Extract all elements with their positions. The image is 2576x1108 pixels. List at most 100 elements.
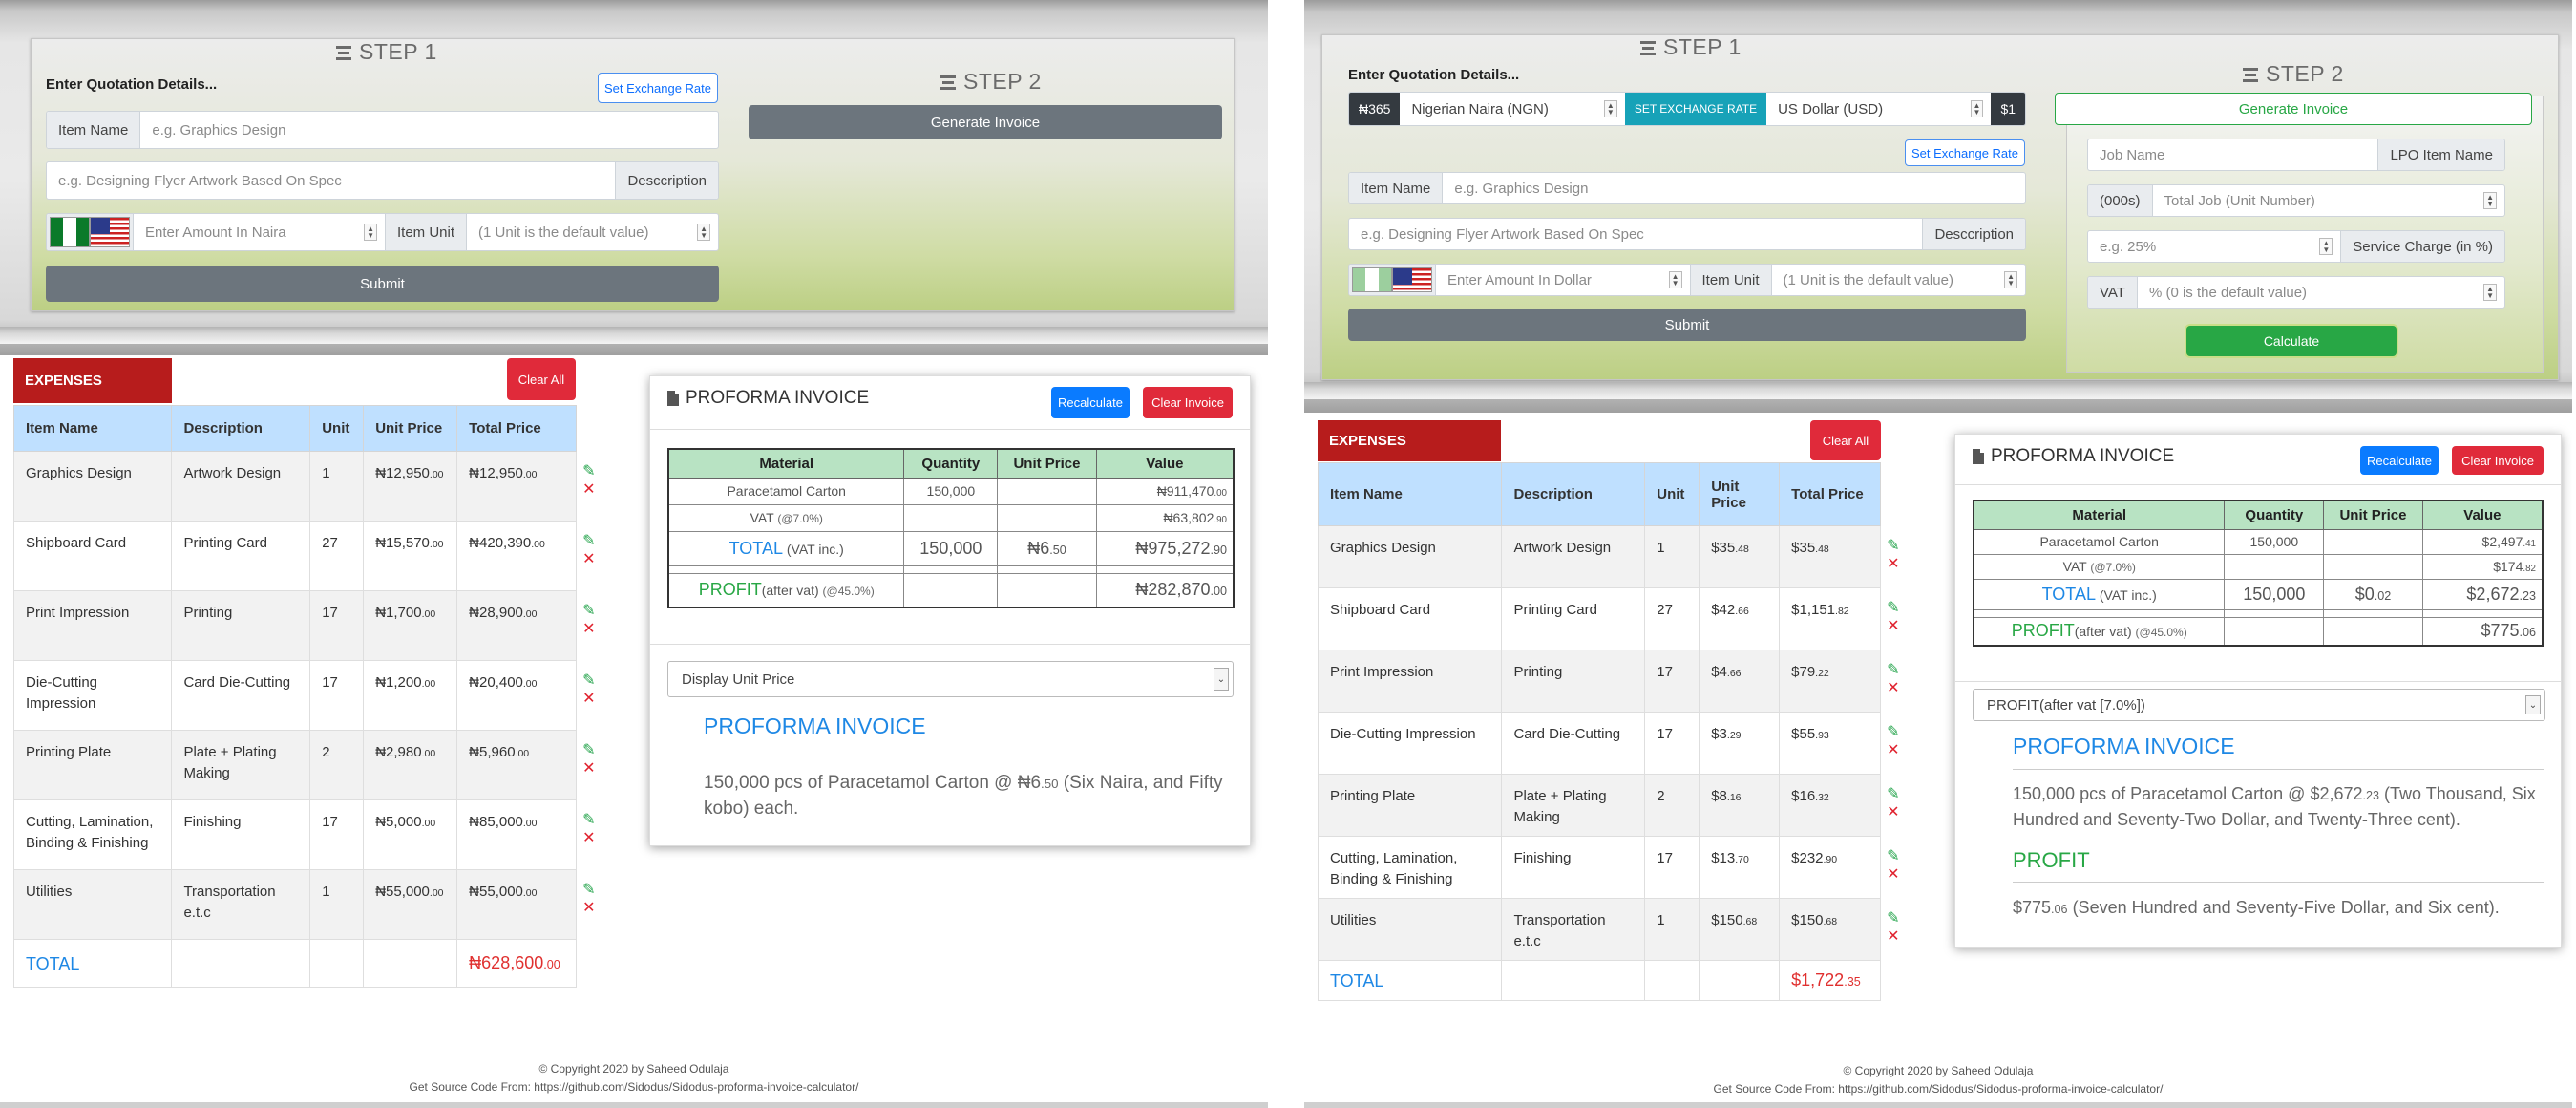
col-header: Unit — [1644, 462, 1700, 526]
edit-pencil-icon[interactable]: ✎ — [1887, 848, 1922, 865]
stepper-icon[interactable]: ▲ ▼ — [2483, 284, 2497, 301]
set-exchange-rate-button[interactable]: Set Exchange Rate — [1905, 139, 2025, 166]
align-center-icon — [2243, 65, 2258, 85]
submit-button[interactable]: Submit — [46, 266, 719, 302]
edit-pencil-icon[interactable]: ✎ — [1887, 724, 1922, 741]
delete-x-icon[interactable]: ✕ — [582, 829, 614, 848]
delete-x-icon[interactable]: ✕ — [1887, 741, 1922, 760]
delete-x-icon[interactable]: ✕ — [582, 759, 614, 778]
table-row: Cutting, Lamination, Binding & Finishing… — [12, 799, 621, 870]
table-row: Die-Cutting Impression Card Die-Cutting 17… — [12, 660, 621, 731]
table-row: Print Impression Printing 17 $4.66 $79.22 … — [1317, 650, 1929, 713]
edit-pencil-icon[interactable]: ✎ — [582, 533, 614, 550]
amount-input[interactable]: Enter Amount In Naira ▲ ▼ — [134, 214, 385, 250]
edit-pencil-icon[interactable]: ✎ — [582, 672, 614, 690]
table-row: Printing Plate Plate + Plating Making 2 ₦2… — [12, 730, 621, 800]
delete-x-icon[interactable]: ✕ — [1887, 927, 1922, 947]
from-currency-select[interactable]: Nigerian Naira (NGN) ▲ ▼ — [1400, 93, 1624, 125]
delete-x-icon[interactable]: ✕ — [1887, 617, 1922, 636]
pi-heading: PROFORMA INVOICE — [2013, 734, 2235, 758]
edit-pencil-icon[interactable]: ✎ — [582, 603, 614, 620]
delete-x-icon[interactable]: ✕ — [582, 480, 614, 500]
exchange-rate-group: ₦365 Nigerian Naira (NGN) ▲ ▼ SET EXCHANGE… — [1348, 92, 2026, 126]
file-icon — [1973, 449, 1984, 464]
profit-heading: PROFIT — [2013, 848, 2090, 872]
profit-row: PROFIT(after vat) (@45.0%) $775.06 — [1973, 616, 2544, 647]
clear-invoice-button[interactable]: Clear Invoice — [2452, 446, 2544, 475]
clear-all-button[interactable]: Clear All — [1810, 420, 1881, 460]
set-exchange-rate-inline-button[interactable]: SET EXCHANGE RATE — [1624, 93, 1767, 125]
step1-title: STEP 1 — [1640, 34, 1742, 60]
item-name-input[interactable]: e.g. Graphics Design — [140, 112, 718, 148]
table-row: Shipboard Card Printing Card 27 $42.66 $1,… — [1317, 587, 1929, 650]
display-select[interactable]: PROFIT(after vat [7.0%]) ⌄ — [1973, 689, 2545, 721]
chevron-down-icon: ⌄ — [1214, 668, 1229, 691]
currency-flags — [47, 214, 134, 250]
table-row: Shipboard Card Printing Card 27 ₦15,570.00… — [12, 521, 621, 591]
generate-invoice-button[interactable]: Generate Invoice — [2055, 93, 2532, 125]
description-group: e.g. Designing Flyer Artwork Based On Sp… — [1348, 218, 2026, 250]
stepper-icon[interactable]: ▲ ▼ — [697, 224, 711, 241]
submit-button[interactable]: Submit — [1348, 309, 2026, 341]
invoice-card-title: PROFORMA INVOICE — [667, 388, 869, 409]
recalculate-button[interactable]: Recalculate — [2360, 446, 2439, 475]
job-name-input[interactable]: Job Name — [2088, 139, 2377, 170]
job-name-group: Job Name LPO Item Name — [2087, 138, 2505, 171]
stepper-icon[interactable]: ▲ ▼ — [364, 224, 377, 241]
stepper-icon[interactable]: ▲ ▼ — [2004, 271, 2018, 288]
edit-pencil-icon[interactable]: ✎ — [582, 742, 614, 759]
delete-x-icon[interactable]: ✕ — [582, 620, 614, 639]
source-link[interactable]: Get Source Code From: https://github.com… — [1304, 1080, 2572, 1098]
stepper-icon[interactable]: ▲ ▼ — [2319, 238, 2333, 255]
lpo-item-addon: LPO Item Name — [2377, 139, 2504, 170]
calculate-button[interactable]: Calculate — [2186, 326, 2397, 356]
recalculate-button[interactable]: Recalculate — [1051, 387, 1130, 418]
item-name-input[interactable]: e.g. Graphics Design — [1443, 173, 2025, 203]
set-exchange-rate-button[interactable]: Set Exchange Rate — [598, 73, 718, 103]
edit-pencil-icon[interactable]: ✎ — [1887, 786, 1922, 803]
stepper-icon[interactable]: ▲ ▼ — [1970, 100, 1984, 117]
edit-pencil-icon[interactable]: ✎ — [582, 882, 614, 899]
table-row: Graphics Design Artwork Design 1 $35.48 $3… — [1317, 525, 1929, 588]
amount-input[interactable]: Enter Amount In Dollar ▲ ▼ — [1436, 265, 1690, 295]
service-charge-group: e.g. 25% ▲ ▼ Service Charge (in %) — [2087, 230, 2505, 263]
generate-invoice-button[interactable]: Generate Invoice — [749, 105, 1222, 139]
item-unit-input[interactable]: (1 Unit is the default value) ▲ ▼ — [467, 214, 718, 250]
proforma-invoice-card: PROFORMA INVOICE Recalculate Clear Invoi… — [1954, 434, 2562, 948]
service-charge-input[interactable]: e.g. 25% ▲ ▼ — [2088, 231, 2340, 262]
delete-x-icon[interactable]: ✕ — [1887, 803, 1922, 822]
stepper-icon[interactable]: ▲ ▼ — [1603, 100, 1617, 117]
description-input[interactable]: e.g. Designing Flyer Artwork Based On Sp… — [47, 162, 615, 199]
description-group: e.g. Designing Flyer Artwork Based On Sp… — [46, 161, 719, 200]
delete-x-icon[interactable]: ✕ — [1887, 555, 1922, 574]
clear-all-button[interactable]: Clear All — [507, 358, 576, 400]
table-row: Utilities Transportation e.t.c 1 $150.68 $… — [1317, 898, 1929, 961]
edit-pencil-icon[interactable]: ✎ — [1887, 662, 1922, 679]
item-name-addon: Item Name — [47, 112, 141, 148]
item-unit-input[interactable]: (1 Unit is the default value) ▲ ▼ — [1772, 265, 2025, 295]
total-job-input[interactable]: Total Job (Unit Number) ▲ ▼ — [2153, 185, 2504, 216]
delete-x-icon[interactable]: ✕ — [1887, 679, 1922, 698]
edit-pencil-icon[interactable]: ✎ — [582, 463, 614, 480]
source-link[interactable]: Get Source Code From: https://github.com… — [0, 1078, 1268, 1097]
edit-pencil-icon[interactable]: ✎ — [1887, 600, 1922, 617]
to-currency-select[interactable]: US Dollar (USD) ▲ ▼ — [1766, 93, 1991, 125]
footer: © Copyright 2020 by Saheed Odulaja Get S… — [1304, 1062, 2572, 1098]
pi-description: 150,000 pcs of Paracetamol Carton @ $2,6… — [2013, 784, 2536, 829]
delete-x-icon[interactable]: ✕ — [582, 690, 614, 709]
delete-x-icon[interactable]: ✕ — [1887, 865, 1922, 884]
clear-invoice-button[interactable]: Clear Invoice — [1143, 387, 1233, 418]
edit-pencil-icon[interactable]: ✎ — [582, 812, 614, 829]
delete-x-icon[interactable]: ✕ — [582, 899, 614, 918]
display-select[interactable]: Display Unit Price ⌄ — [667, 661, 1234, 697]
stepper-icon[interactable]: ▲ ▼ — [2483, 192, 2497, 209]
edit-pencil-icon[interactable]: ✎ — [1887, 538, 1922, 555]
pi-description: 150,000 pcs of Paracetamol Carton @ ₦6.5… — [704, 773, 1223, 819]
vat-input[interactable]: % (0 is the default value) ▲ ▼ — [2138, 277, 2504, 308]
currency-flags — [1349, 265, 1436, 295]
delete-x-icon[interactable]: ✕ — [582, 550, 614, 569]
stepper-icon[interactable]: ▲ ▼ — [1668, 271, 1682, 288]
left-screenshot: STEP 1 Enter Quotation Details... Set Ex… — [0, 0, 1268, 1108]
description-input[interactable]: e.g. Designing Flyer Artwork Based On Sp… — [1349, 219, 1922, 249]
edit-pencil-icon[interactable]: ✎ — [1887, 910, 1922, 927]
